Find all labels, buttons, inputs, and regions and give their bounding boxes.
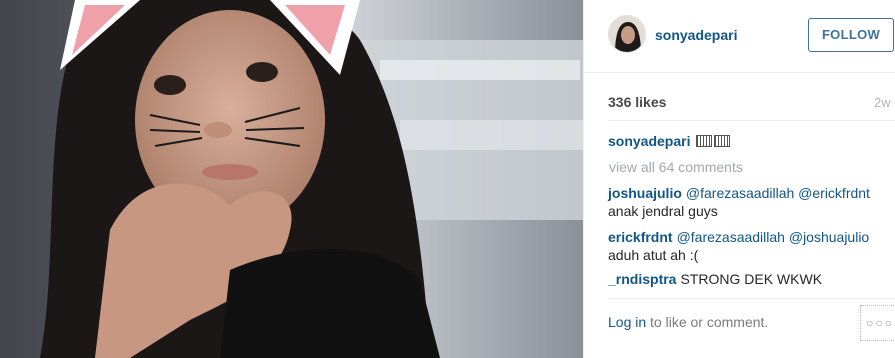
likes-row: 336 likes 2w bbox=[608, 94, 895, 112]
comment-mentions[interactable]: @farezasaadillah @erickfrdnt bbox=[686, 185, 870, 201]
comment-text: aduh atut ah :( bbox=[608, 247, 699, 263]
comment-text: anak jendral guys bbox=[608, 203, 718, 219]
comment-username[interactable]: _rndisptra bbox=[608, 271, 676, 287]
post-header: sonyadepari FOLLOW bbox=[584, 0, 895, 73]
login-prompt-text: to like or comment. bbox=[646, 314, 769, 330]
comment: joshuajulio @farezasaadillah @erickfrdnt … bbox=[608, 184, 893, 220]
post-time[interactable]: 2w bbox=[874, 95, 891, 110]
avatar-image bbox=[609, 16, 645, 52]
avatar[interactable] bbox=[608, 15, 646, 53]
emoji-icon bbox=[714, 135, 731, 147]
ellipsis-icon: ○○○ bbox=[866, 316, 894, 330]
selfie-image bbox=[0, 0, 583, 358]
post-sidebar: sonyadepari FOLLOW 336 likes 2w sonyadep… bbox=[583, 0, 895, 358]
login-prompt: Log in to like or comment. bbox=[608, 314, 768, 330]
login-link[interactable]: Log in bbox=[608, 314, 646, 330]
comment-username[interactable]: erickfrdnt bbox=[608, 229, 673, 245]
caption: sonyadepari bbox=[608, 132, 893, 150]
comment: erickfrdnt @farezasaadillah @joshuajulio … bbox=[608, 228, 893, 264]
more-options-button[interactable]: ○○○ bbox=[860, 305, 895, 341]
post-username[interactable]: sonyadepari bbox=[655, 27, 737, 43]
comment-text: STRONG DEK WKWK bbox=[680, 271, 823, 287]
post-photo[interactable] bbox=[0, 0, 583, 358]
likes-count[interactable]: 336 likes bbox=[608, 94, 666, 110]
comment-mentions[interactable]: @farezasaadillah @joshuajulio bbox=[677, 229, 870, 245]
divider bbox=[608, 298, 895, 299]
comment: _rndisptra STRONG DEK WKWK bbox=[608, 270, 893, 288]
follow-button[interactable]: FOLLOW bbox=[808, 18, 894, 52]
view-all-comments-link[interactable]: view all 64 comments bbox=[609, 159, 743, 175]
divider bbox=[608, 120, 895, 121]
comment-username[interactable]: joshuajulio bbox=[608, 185, 682, 201]
caption-username[interactable]: sonyadepari bbox=[608, 133, 690, 149]
emoji-icon bbox=[696, 135, 713, 147]
